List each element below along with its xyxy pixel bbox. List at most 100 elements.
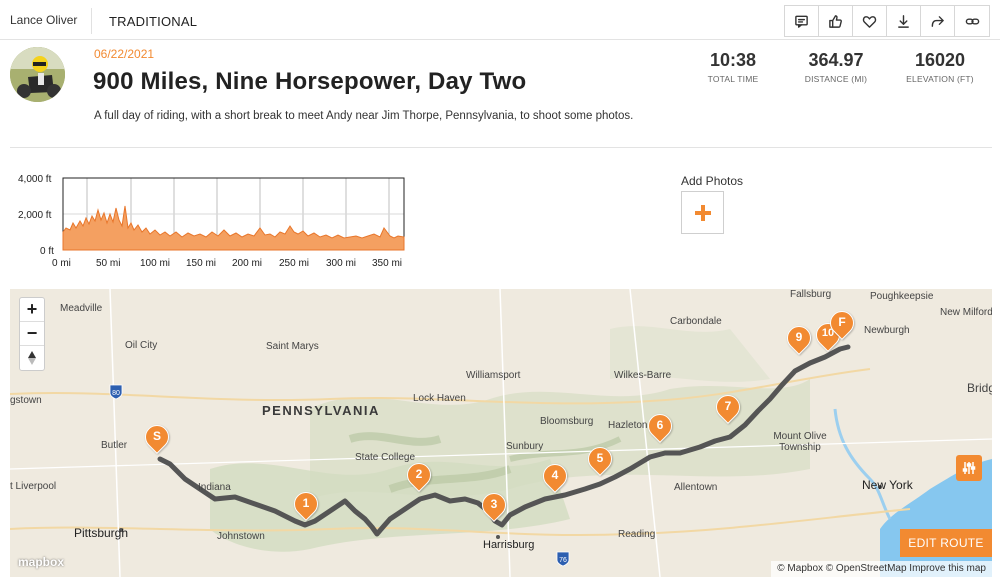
heart-icon (862, 15, 877, 28)
stat-label: TOTAL TIME (707, 74, 759, 84)
highway-shield-76: 76 (556, 551, 570, 567)
marker-label: 2 (415, 467, 423, 481)
marker-label: 9 (795, 330, 803, 344)
place-label: Fallsburg (790, 289, 832, 300)
route-marker[interactable]: 9 (782, 321, 816, 356)
route-marker[interactable]: 5 (583, 442, 617, 477)
elevation-area (62, 205, 405, 251)
place-label: Reading (618, 529, 656, 540)
place-label: Saint Marys (266, 341, 319, 352)
comment-button[interactable] (785, 6, 819, 36)
place-label: Bloomsburg (540, 416, 594, 427)
zoom-out-button[interactable]: − (20, 322, 44, 346)
share-button[interactable] (921, 6, 955, 36)
route-marker[interactable]: 7 (711, 390, 745, 425)
route-marker-finish[interactable]: F (825, 306, 859, 341)
link-icon (965, 17, 979, 25)
place-label: Allentown (674, 482, 718, 493)
y-tick-label: 2,000 ft (18, 210, 52, 221)
marker-label: 5 (596, 451, 604, 465)
place-label: gstown (10, 395, 42, 406)
route-marker[interactable]: 1 (289, 487, 323, 522)
route-marker[interactable]: 4 (538, 459, 572, 494)
download-button[interactable] (887, 6, 921, 36)
ride-description: A full day of riding, with a short break… (94, 110, 634, 122)
stat-value: 10:38 (709, 50, 757, 70)
place-label: Hazleton (608, 420, 648, 431)
marker-label: 7 (724, 399, 732, 413)
stat-elevation: 16020 ELEVATION (FT) (902, 50, 978, 84)
marker-label: S (152, 429, 161, 443)
stat-label: ELEVATION (FT) (906, 74, 974, 84)
marker-label: F (838, 315, 846, 329)
x-tick-label: 300 mi (326, 258, 356, 269)
stat-label: DISTANCE (MI) (804, 74, 868, 84)
x-tick-label: 100 mi (140, 258, 170, 269)
edit-route-button[interactable]: EDIT ROUTE (900, 529, 992, 557)
place-label: Bridge (967, 381, 992, 395)
map-attribution[interactable]: © Mapbox © OpenStreetMap Improve this ma… (771, 561, 992, 577)
add-photos-button[interactable] (681, 191, 724, 234)
route-marker-start[interactable]: S (140, 420, 174, 455)
y-tick-label: 4,000 ft (18, 174, 52, 185)
place-label: Johnstown (217, 531, 265, 542)
place-label: State College (355, 452, 416, 463)
x-tick-label: 200 mi (232, 258, 262, 269)
place-label: Meadville (60, 303, 103, 314)
route-marker[interactable]: 6 (643, 409, 677, 444)
y-tick-label: 0 ft (40, 246, 54, 257)
place-label: New Milford (940, 307, 992, 318)
x-tick-label: 350 mi (372, 258, 402, 269)
like-button[interactable] (819, 6, 853, 36)
place-label: Williamsport (466, 370, 521, 381)
place-label: Poughkeepsie (870, 291, 934, 302)
x-tick-label: 150 mi (186, 258, 216, 269)
stat-value: 16020 (914, 50, 966, 70)
top-bar: Lance Oliver TRADITIONAL (0, 0, 1000, 40)
map-layers-button[interactable] (956, 455, 982, 481)
route-marker[interactable]: 3 (477, 488, 511, 523)
stat-total-time: 10:38 TOTAL TIME (703, 50, 763, 84)
rider-avatar-image (10, 47, 65, 102)
highway-shield-80: 80 (109, 384, 123, 400)
highway-number: 80 (112, 390, 120, 397)
elevation-chart[interactable]: 4,000 ft 2,000 ft 0 ft 0 mi 50 mi 100 mi… (10, 168, 410, 270)
ride-page: Lance Oliver TRADITIONAL 06/22/2021 900 … (0, 0, 1000, 582)
place-label: Lock Haven (413, 393, 466, 404)
plus-icon (694, 204, 711, 221)
share-icon (931, 15, 944, 27)
user-name[interactable]: Lance Oliver (10, 13, 77, 27)
marker-label: 6 (656, 418, 664, 432)
place-label: Indiana (198, 482, 231, 493)
divider (10, 147, 992, 148)
mapbox-logo[interactable]: mapbox (18, 555, 64, 569)
compass-button[interactable] (20, 346, 44, 370)
stat-distance: 364.97 DISTANCE (MI) (799, 50, 873, 84)
zoom-in-button[interactable]: + (20, 298, 44, 322)
city-label: Pittsburgh (74, 526, 129, 540)
place-label: Wilkes-Barre (614, 370, 672, 381)
place-label: Oil City (125, 340, 158, 351)
activity-type: TRADITIONAL (109, 14, 198, 29)
city-label: New York (862, 478, 913, 492)
x-tick-label: 50 mi (96, 258, 120, 269)
ride-title: 900 Miles, Nine Horsepower, Day Two (93, 68, 527, 95)
favorite-button[interactable] (853, 6, 887, 36)
stat-value: 364.97 (808, 50, 864, 70)
comment-icon (795, 15, 808, 28)
route-marker[interactable]: 2 (402, 458, 436, 493)
place-label: t Liverpool (10, 481, 57, 492)
x-tick-label: 0 mi (52, 258, 71, 269)
action-toolbar (784, 5, 990, 37)
highway-number: 76 (559, 557, 567, 564)
ride-date: 06/22/2021 (94, 47, 155, 61)
x-tick-label: 250 mi (279, 258, 309, 269)
place-label: Newburgh (864, 325, 910, 336)
sliders-icon (962, 462, 976, 474)
download-icon (898, 14, 909, 28)
route-map[interactable]: 80 76 Meadville Oil City Saint Marys Wil… (10, 289, 992, 577)
zoom-controls: + − (19, 297, 45, 371)
avatar[interactable] (10, 47, 65, 102)
copy-link-button[interactable] (955, 6, 989, 36)
divider (91, 8, 92, 34)
